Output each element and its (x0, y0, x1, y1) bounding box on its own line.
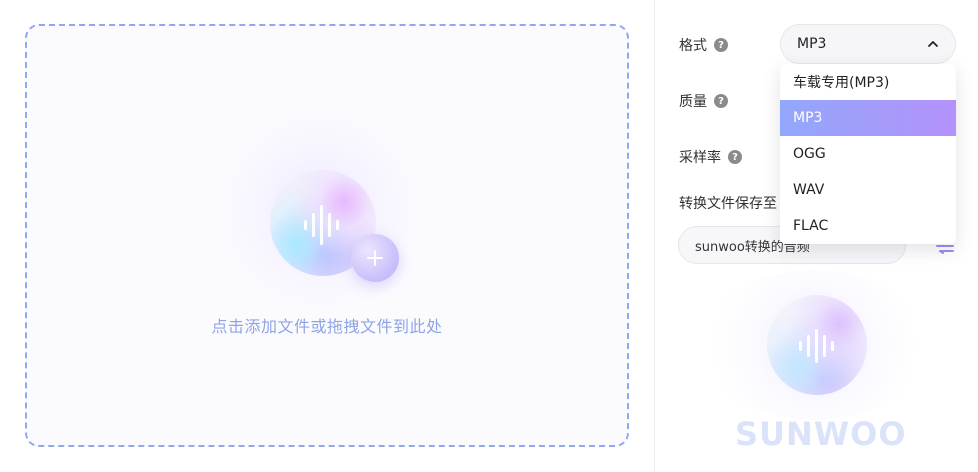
format-select[interactable]: MP3 (780, 24, 956, 64)
format-option-flac[interactable]: FLAC (780, 208, 956, 244)
format-option-mp3[interactable]: MP3 (780, 100, 956, 136)
quality-label: 质量 (679, 94, 707, 110)
samplerate-help-icon[interactable]: ? (728, 150, 742, 164)
format-option-ogg[interactable]: OGG (780, 136, 956, 172)
chevron-up-icon (928, 41, 938, 47)
brand-logo-text: SUNWOO (735, 415, 907, 453)
format-select-value: MP3 (797, 36, 827, 52)
converter-app: 点击添加文件或拖拽文件到此处 格式 ? MP3 质量 ? 采样率 ? 转换文件保… (0, 0, 978, 472)
quality-help-icon[interactable]: ? (714, 94, 728, 108)
format-row-label: 格式 ? (679, 35, 728, 55)
samplerate-row-label: 采样率 ? (679, 147, 742, 167)
plus-icon (367, 250, 383, 266)
format-option-car-mp3[interactable]: 车载专用(MP3) (780, 64, 956, 100)
format-label: 格式 (679, 38, 707, 54)
add-file-button[interactable] (351, 234, 399, 282)
save-to-row-label: 转换文件保存至 (679, 193, 777, 213)
save-to-label: 转换文件保存至 (679, 196, 777, 212)
audio-wave-icon (799, 329, 834, 363)
format-dropdown-menu: 车载专用(MP3) MP3 OGG WAV FLAC (780, 64, 956, 244)
format-option-wav[interactable]: WAV (780, 172, 956, 208)
quality-row-label: 质量 ? (679, 91, 728, 111)
drop-zone-hint[interactable]: 点击添加文件或拖拽文件到此处 (25, 313, 629, 337)
file-drop-pane: 点击添加文件或拖拽文件到此处 (0, 0, 654, 472)
format-help-icon[interactable]: ? (714, 38, 728, 52)
samplerate-label: 采样率 (679, 150, 721, 166)
audio-wave-icon (304, 205, 339, 245)
